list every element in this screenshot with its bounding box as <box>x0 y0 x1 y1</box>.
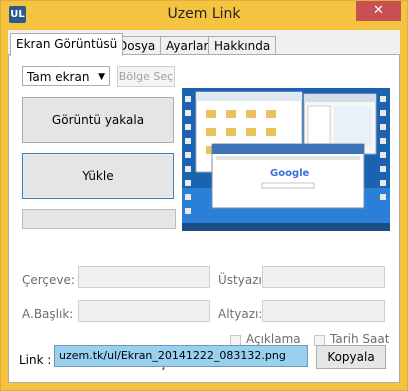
bottom-text-input[interactable] <box>262 300 385 322</box>
close-button[interactable]: ✕ <box>356 1 401 21</box>
tab-screenshot[interactable]: Ekran Görüntüsü <box>10 33 124 56</box>
upload-progress-bar <box>22 209 176 229</box>
capture-mode-value: Tam ekran <box>27 70 90 84</box>
title-label: A.Başlık: <box>22 307 74 321</box>
screenshot-preview: Google <box>182 88 390 231</box>
title-bar[interactable]: UL Uzem Link ✕ <box>1 1 407 29</box>
capture-mode-select[interactable]: Tam ekran ▼ <box>22 66 110 86</box>
window-title: Uzem Link <box>167 6 241 22</box>
upload-button[interactable]: Yükle <box>22 153 174 199</box>
frame-label: Çerçeve: <box>22 273 75 287</box>
tab-settings[interactable]: Ayarlar <box>160 36 215 55</box>
top-text-label: Üstyazı: <box>218 273 266 287</box>
date-time-label: Tarih Saat <box>330 332 390 346</box>
capture-button[interactable]: Görüntü yakala <box>22 97 174 143</box>
screenshot-panel: Tam ekran ▼ Bölge Seç Görüntü yakala Yük… <box>8 54 400 383</box>
bottom-text-label: Altyazı: <box>218 307 263 321</box>
link-input[interactable]: uzem.tk/ul/Ekran_20141222_083132.png <box>54 345 308 367</box>
app-window: UL Uzem Link ✕ Ekran Görüntüsü Dosya Aya… <box>0 0 408 391</box>
client-area: Ekran Görüntüsü Dosya Ayarlar Hakkında T… <box>8 30 400 383</box>
tab-bar: Ekran Görüntüsü Dosya Ayarlar Hakkında <box>8 33 400 56</box>
description-label: Açıklama <box>246 332 301 346</box>
desktop-preview-image <box>182 88 390 231</box>
tab-about[interactable]: Hakkında <box>208 36 277 55</box>
region-select-button[interactable]: Bölge Seç <box>117 66 175 87</box>
title-input[interactable] <box>78 300 210 322</box>
chevron-down-icon: ▼ <box>98 72 105 82</box>
top-text-input[interactable] <box>262 266 385 288</box>
frame-input[interactable] <box>78 266 210 288</box>
preview-google-logo: Google <box>270 168 310 179</box>
copy-button[interactable]: Kopyala <box>316 345 386 369</box>
link-label: Link : <box>19 353 52 367</box>
